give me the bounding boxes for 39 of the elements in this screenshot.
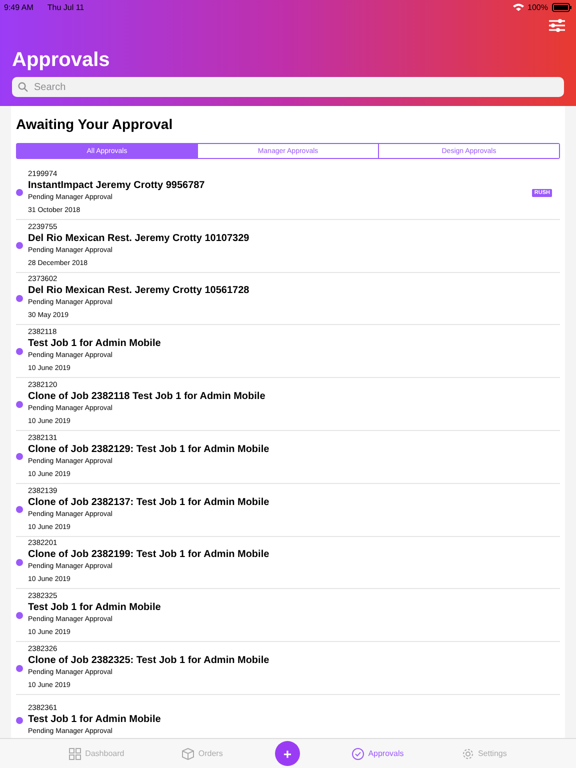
- status-dot-icon: [16, 348, 23, 355]
- search-field[interactable]: Search: [32, 80, 558, 94]
- job-title[interactable]: Test Job 1 for Admin Mobile: [28, 713, 552, 726]
- job-title[interactable]: Clone of Job 2382129: Test Job 1 for Admin Mobile: [28, 442, 552, 456]
- job-title[interactable]: Clone of Job 2382199: Test Job 1 for Admin Mobile: [28, 548, 552, 562]
- job-title[interactable]: Test Job 1 for Admin Mobile: [28, 601, 552, 614]
- search-bar[interactable]: Search: [12, 77, 564, 97]
- job-title[interactable]: Clone of Job 2382325: Test Job 1 for Admin Mobile: [28, 654, 552, 668]
- status-dot-icon: [16, 612, 23, 619]
- job-title[interactable]: InstantImpact Jeremy Crotty 9956787: [28, 178, 532, 192]
- tab-item[interactable]: Approvals: [346, 746, 410, 760]
- job-title[interactable]: Del Rio Mexican Rest. Jeremy Crotty 10561728: [28, 284, 552, 298]
- status-date: Thu Jul 11: [47, 2, 84, 12]
- add-button[interactable]: +: [275, 741, 300, 766]
- box-icon: [182, 748, 194, 760]
- gear-icon: [462, 748, 474, 760]
- status-dot-icon: [16, 189, 23, 196]
- status-dot-icon: [16, 717, 23, 724]
- battery-percent: 100%: [528, 2, 548, 12]
- status-dot-icon: [16, 453, 23, 460]
- check-circle-icon: [352, 748, 364, 760]
- wifi-icon: [512, 3, 524, 11]
- status-dot-icon: [16, 664, 23, 672]
- search-icon: [18, 82, 28, 92]
- status-time: 9:49 AM: [4, 2, 34, 12]
- sliders-icon[interactable]: [549, 19, 565, 32]
- status-dot-icon: [16, 294, 23, 302]
- status-dot-icon: [16, 242, 23, 250]
- status-dot-icon: [16, 558, 23, 566]
- status-dot-icon: [16, 506, 23, 514]
- job-title[interactable]: Del Rio Mexican Rest. Jeremy Crotty 10107329: [28, 232, 552, 245]
- grid-icon: [69, 748, 82, 760]
- page-title: Approvals: [12, 48, 111, 73]
- job-title[interactable]: Clone of Job 2382137: Test Job 1 for Admin Mobile: [28, 496, 552, 509]
- section-title: Awaiting Your Approval: [16, 116, 174, 134]
- status-dot-icon: [16, 400, 23, 408]
- job-title[interactable]: Clone of Job 2382118 Test Job 1 for Admin Mobile: [28, 390, 552, 404]
- job-title[interactable]: Test Job 1 for Admin Mobile: [28, 337, 552, 350]
- battery-icon: [552, 2, 572, 12]
